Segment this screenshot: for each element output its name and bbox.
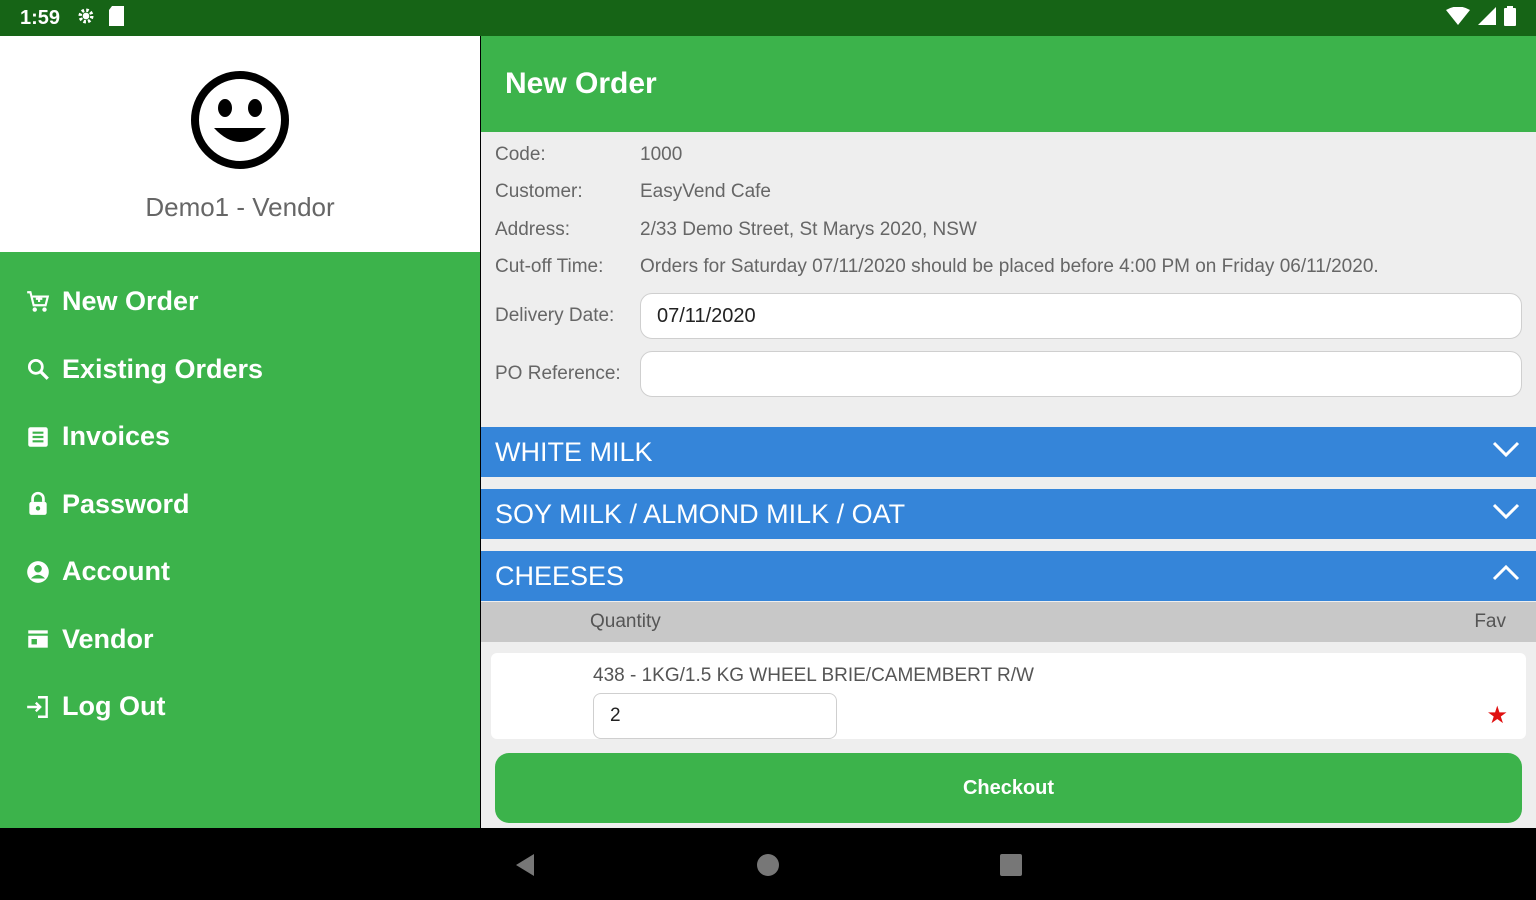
menu-item-log-out[interactable]: Log Out	[0, 673, 480, 741]
signal-icon	[1478, 6, 1496, 30]
address-label: Address:	[495, 218, 570, 240]
search-icon	[24, 355, 52, 383]
store-icon	[24, 625, 52, 653]
navigation-drawer: Demo1 - Vendor New Order Existing Orders…	[0, 36, 480, 828]
menu-item-invoices[interactable]: Invoices	[0, 403, 480, 471]
cutoff-value: Orders for Saturday 07/11/2020 should be…	[640, 256, 1379, 278]
quantity-header: Quantity	[590, 611, 661, 632]
code-label: Code:	[495, 143, 546, 165]
checkout-button[interactable]: Checkout	[495, 753, 1522, 823]
chevron-down-icon	[1490, 433, 1522, 472]
back-icon[interactable]	[510, 850, 540, 880]
quantity-input[interactable]	[593, 693, 837, 739]
info-row-code: Code: 1000	[495, 136, 1522, 174]
chevron-up-icon	[1490, 557, 1522, 596]
section-title: WHITE MILK	[495, 436, 653, 467]
delivery-date-row: Delivery Date:	[495, 288, 1522, 344]
po-reference-label: PO Reference:	[495, 363, 621, 384]
customer-value: EasyVend Cafe	[640, 181, 771, 203]
menu-item-label: Existing Orders	[62, 353, 264, 384]
delivery-date-input[interactable]	[640, 293, 1522, 339]
sd-card-icon	[108, 5, 126, 31]
menu-item-password[interactable]: Password	[0, 471, 480, 539]
product-name: 438 - 1KG/1.5 KG WHEEL BRIE/CAMEMBERT R/…	[593, 665, 1034, 686]
section-cheeses[interactable]: CHEESES	[481, 551, 1536, 601]
po-reference-input[interactable]	[640, 351, 1522, 397]
menu-item-new-order[interactable]: New Order	[0, 268, 480, 336]
drawer-header: Demo1 - Vendor	[0, 36, 480, 252]
menu-item-label: Account	[62, 556, 170, 587]
system-nav-bar	[0, 828, 1536, 900]
app-bar: New Order	[481, 36, 1536, 132]
status-bar: 1:59	[0, 0, 1536, 36]
drawer-menu: New Order Existing Orders Invoices Passw…	[0, 252, 480, 741]
column-header: Quantity Fav	[481, 602, 1536, 642]
fav-header: Fav	[1474, 611, 1506, 632]
drawer-user-name: Demo1 - Vendor	[145, 192, 335, 222]
order-info: Code: 1000 Customer: EasyVend Cafe Addre…	[481, 132, 1536, 402]
recents-icon[interactable]	[996, 850, 1026, 880]
section-title: CHEESES	[495, 560, 625, 591]
address-value: 2/33 Demo Street, St Marys 2020, NSW	[640, 218, 977, 240]
status-time: 1:59	[20, 6, 61, 29]
menu-item-label: Log Out	[62, 691, 166, 722]
menu-item-vendor[interactable]: Vendor	[0, 606, 480, 674]
lock-icon	[24, 490, 52, 518]
smiley-avatar-icon	[191, 71, 289, 169]
po-reference-row: PO Reference:	[495, 346, 1522, 402]
page-title: New Order	[505, 67, 657, 100]
customer-label: Customer:	[495, 181, 583, 203]
menu-item-account[interactable]: Account	[0, 538, 480, 606]
menu-item-label: New Order	[62, 286, 199, 317]
menu-item-label: Vendor	[62, 623, 154, 654]
home-icon[interactable]	[753, 850, 783, 880]
account-icon	[24, 558, 52, 586]
settings-icon	[76, 6, 96, 31]
info-row-customer: Customer: EasyVend Cafe	[495, 174, 1522, 212]
cutoff-label: Cut-off Time:	[495, 256, 604, 278]
wifi-icon	[1446, 6, 1470, 30]
menu-item-label: Password	[62, 488, 190, 519]
info-row-cutoff: Cut-off Time: Orders for Saturday 07/11/…	[495, 249, 1522, 287]
product-row: 438 - 1KG/1.5 KG WHEEL BRIE/CAMEMBERT R/…	[491, 653, 1526, 739]
delivery-date-label: Delivery Date:	[495, 305, 615, 326]
info-row-address: Address: 2/33 Demo Street, St Marys 2020…	[495, 211, 1522, 249]
section-title: SOY MILK / ALMOND MILK / OAT	[495, 498, 906, 529]
logout-icon	[24, 693, 52, 721]
code-value: 1000	[640, 143, 683, 165]
menu-item-existing-orders[interactable]: Existing Orders	[0, 336, 480, 404]
battery-icon	[1504, 5, 1516, 31]
section-soy-milk[interactable]: SOY MILK / ALMOND MILK / OAT	[481, 489, 1536, 539]
chevron-down-icon	[1490, 495, 1522, 534]
section-white-milk[interactable]: WHITE MILK	[481, 427, 1536, 477]
invoice-icon	[24, 423, 52, 451]
favorite-star-icon[interactable]: ★	[1486, 701, 1508, 730]
menu-item-label: Invoices	[62, 421, 171, 452]
cart-icon	[24, 288, 52, 316]
main-content: New Order Code: 1000 Customer: EasyVend …	[481, 36, 1536, 828]
